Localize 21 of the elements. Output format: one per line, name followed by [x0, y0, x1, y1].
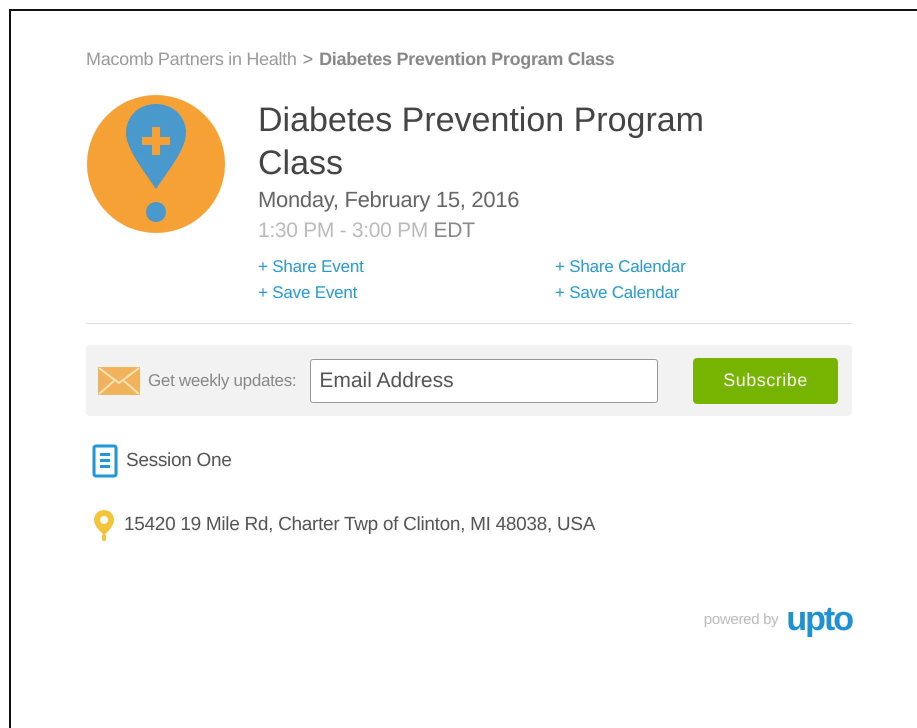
- subscribe-label: Get weekly updates:: [148, 370, 296, 390]
- event-link[interactable]: + Share Event: [258, 257, 364, 277]
- brand-logo: upto: [786, 602, 852, 636]
- document-icon: [92, 444, 118, 478]
- subscribe-button[interactable]: Subscribe: [693, 358, 838, 404]
- event-title: Diabetes Prevention Program Class: [258, 100, 706, 184]
- event-link[interactable]: + Save Calendar: [555, 283, 680, 303]
- session-name: Session One: [126, 450, 232, 472]
- powered-by-text: powered by: [704, 610, 778, 628]
- event-link[interactable]: + Save Event: [258, 283, 358, 303]
- envelope-icon: [98, 366, 140, 394]
- breadcrumb-separator: >: [302, 49, 314, 70]
- event-link[interactable]: + Share Calendar: [555, 257, 686, 277]
- email-field[interactable]: Email Address: [310, 358, 658, 402]
- event-address: 15420 19 Mile Rd, Charter Twp of Clinton, MI 48038, USA: [124, 514, 596, 536]
- event-logo-icon: [86, 94, 226, 234]
- location-pin-icon: [92, 508, 116, 542]
- event-time: 1:30 PM - 3:00 PM EDT: [258, 219, 476, 243]
- breadcrumb-link[interactable]: Macomb Partners in Health: [86, 49, 297, 70]
- event-date: Monday, February 15, 2016: [258, 187, 520, 213]
- breadcrumb-current: Diabetes Prevention Program Class: [319, 49, 614, 70]
